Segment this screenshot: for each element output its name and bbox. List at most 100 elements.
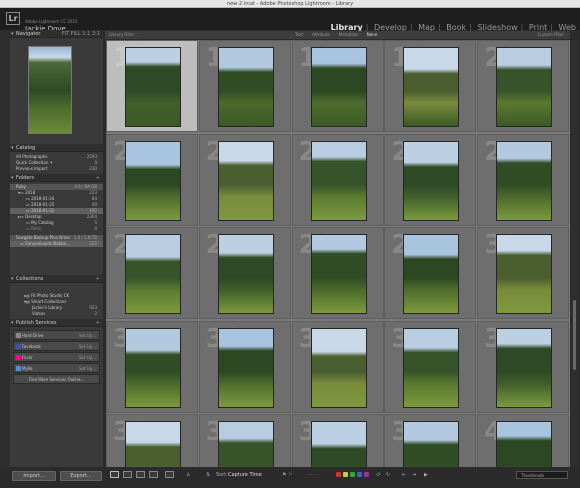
previous-icon[interactable]: ⇤ — [402, 469, 406, 481]
compare-view-icon[interactable] — [136, 471, 145, 478]
grid-cell[interactable]: 33 — [291, 320, 384, 413]
filter-text[interactable]: Text — [295, 32, 303, 37]
grid-cell[interactable]: 18 — [291, 40, 384, 132]
folder-item[interactable]: ▭ Parts 0 — [10, 226, 103, 232]
drive-folder-item[interactable]: ▭ CanyonLands Nation... 222 — [10, 241, 103, 247]
catalog-item[interactable]: Previous Import 230 — [10, 166, 103, 172]
photo-thumbnail[interactable] — [217, 47, 274, 127]
blue-label-icon[interactable] — [357, 472, 362, 477]
survey-view-icon[interactable] — [149, 471, 158, 478]
publish-flickr[interactable]: Flickr Set Up... — [13, 352, 100, 362]
service-setup[interactable]: Set Up... — [79, 364, 96, 374]
photo-thumbnail[interactable] — [217, 234, 274, 314]
grid-cell[interactable]: 34 — [384, 320, 477, 413]
filter-none[interactable]: None — [367, 32, 377, 37]
grid-scrollbar[interactable] — [571, 40, 578, 467]
find-more-services-button[interactable]: Find More Services Online... — [13, 374, 100, 384]
grid-cell[interactable]: 31 — [106, 320, 198, 413]
photo-thumbnail[interactable] — [310, 47, 367, 127]
photo-thumbnail[interactable] — [125, 140, 181, 221]
publish-mylio[interactable]: Mylio Set Up... — [13, 363, 100, 373]
import-button[interactable]: Import... — [12, 471, 56, 481]
service-setup[interactable]: Set Up... — [79, 353, 96, 363]
folders-header[interactable]: Folders + — [10, 174, 103, 182]
add-service-icon[interactable]: + — [96, 319, 100, 327]
custom-filter-dropdown[interactable]: Custom Filter — [537, 31, 564, 39]
grid-cell[interactable]: 30 — [477, 227, 570, 319]
sort-dropdown[interactable]: Capture Time — [228, 469, 262, 481]
add-folder-icon[interactable]: + — [96, 174, 100, 182]
grid-cell[interactable]: 27 — [198, 227, 291, 319]
slideshow-play-icon[interactable]: ▶ — [424, 469, 428, 481]
photo-thumbnail[interactable] — [125, 327, 181, 408]
left-panel-edge[interactable] — [0, 30, 10, 470]
grid-cell[interactable]: 23 — [291, 133, 384, 226]
grid-cell[interactable]: 36 — [106, 414, 198, 467]
catalog-header[interactable]: Catalog — [10, 144, 103, 152]
photo-thumbnail[interactable] — [403, 327, 460, 408]
export-button[interactable]: Export... — [60, 471, 102, 481]
photo-thumbnail[interactable] — [496, 234, 553, 314]
sort-direction-icon[interactable]: ⇅ — [206, 469, 210, 481]
photo-thumbnail[interactable] — [125, 421, 181, 467]
purple-label-icon[interactable] — [364, 472, 369, 477]
grid-cell[interactable]: 38 — [291, 414, 384, 467]
filter-attribute[interactable]: Attribute — [312, 32, 330, 37]
collection-item[interactable]: Videos 2 — [10, 311, 103, 317]
grid-cell[interactable]: 26 — [106, 227, 198, 319]
grid-cell[interactable]: 28 — [291, 227, 384, 319]
navigator-thumbnail[interactable] — [28, 46, 72, 134]
grid-cell[interactable]: 22 — [198, 133, 291, 226]
navigator-zoom[interactable]: FIT FILL 1:1 3:1 — [62, 30, 100, 38]
grid-cell[interactable]: 16 — [106, 40, 198, 132]
photo-thumbnail[interactable] — [496, 327, 553, 408]
thumbnail-size-slider[interactable]: Thumbnails — [516, 471, 568, 479]
filter-metadata[interactable]: Metadata — [339, 32, 358, 37]
service-setup[interactable]: Set Up... — [79, 342, 96, 352]
photo-thumbnail[interactable] — [310, 234, 367, 314]
photo-thumbnail[interactable] — [217, 140, 274, 221]
grid-cell[interactable]: 24 — [384, 133, 477, 226]
grid-cell[interactable]: 35 — [477, 320, 570, 413]
loupe-view-icon[interactable] — [123, 471, 132, 478]
photo-thumbnail[interactable] — [217, 421, 274, 467]
add-collection-icon[interactable]: + — [96, 275, 100, 283]
rotate-right-icon[interactable]: ↻ — [386, 469, 390, 481]
photo-thumbnail[interactable] — [403, 234, 460, 314]
grid-cell[interactable]: 17 — [198, 40, 291, 132]
collections-header[interactable]: Collections + — [10, 275, 103, 283]
publish-hard-drive[interactable]: Hard Drive Set Up... — [13, 330, 100, 340]
photo-thumbnail[interactable] — [496, 421, 553, 467]
publish-services-header[interactable]: Publish Services + — [10, 319, 103, 327]
grid-cell[interactable]: 37 — [198, 414, 291, 467]
grid-cell[interactable]: 29 — [384, 227, 477, 319]
photo-thumbnail[interactable] — [403, 421, 460, 467]
grid-view-icon[interactable] — [110, 471, 119, 478]
red-label-icon[interactable] — [336, 472, 341, 477]
photo-thumbnail[interactable] — [496, 140, 553, 221]
photo-thumbnail[interactable] — [217, 327, 274, 408]
photo-thumbnail[interactable] — [496, 47, 553, 127]
photo-thumbnail[interactable] — [310, 421, 367, 467]
grid-cell[interactable]: 39 — [384, 414, 477, 467]
photo-thumbnail[interactable] — [403, 47, 460, 127]
grid-cell[interactable]: 19 — [384, 40, 477, 132]
publish-facebook[interactable]: Facebook Set Up... — [13, 341, 100, 351]
grid-cell[interactable]: 40 — [477, 414, 570, 467]
navigator-header[interactable]: Navigator FIT FILL 1:1 3:1 — [10, 30, 103, 38]
rating-stars[interactable]: ····· — [306, 469, 319, 481]
photo-thumbnail[interactable] — [310, 140, 367, 221]
photo-thumbnail[interactable] — [403, 140, 460, 221]
service-setup[interactable]: Set Up... — [79, 331, 96, 341]
green-label-icon[interactable] — [350, 472, 355, 477]
photo-thumbnail[interactable] — [125, 47, 181, 127]
photo-thumbnail[interactable] — [125, 234, 181, 314]
grid-cell[interactable]: 25 — [477, 133, 570, 226]
grid-cell[interactable]: 32 — [198, 320, 291, 413]
photo-thumbnail[interactable] — [310, 327, 367, 408]
grid-cell[interactable]: 20 — [477, 40, 570, 132]
flag-icon[interactable]: ⚑ ⚐ — [282, 469, 293, 481]
grid-cell[interactable]: 21 — [106, 133, 198, 226]
next-icon[interactable]: ⇥ — [412, 469, 416, 481]
scrollbar-thumb[interactable] — [573, 300, 576, 370]
